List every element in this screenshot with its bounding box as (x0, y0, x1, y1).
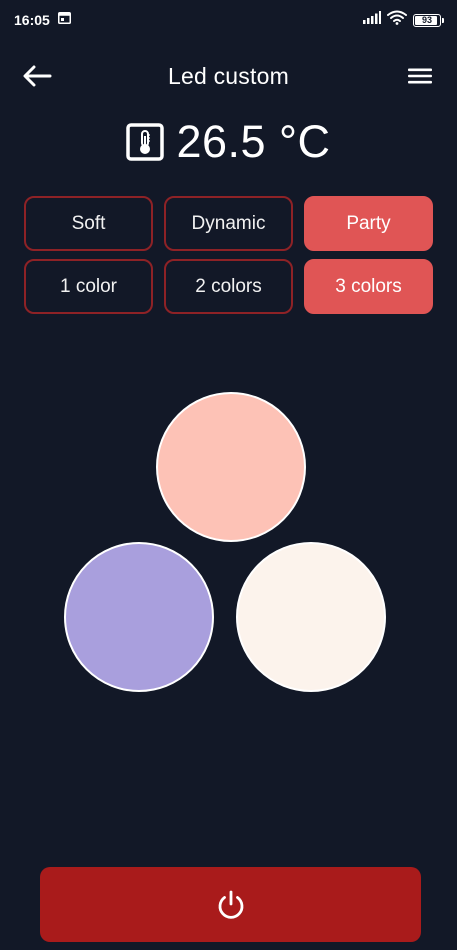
hamburger-menu-icon (408, 68, 432, 84)
status-bar: 16:05 93 (0, 0, 457, 40)
signal-icon (363, 11, 381, 29)
temperature-value: 26.5 °C (176, 116, 331, 167)
one-color-button[interactable]: 1 color (24, 259, 153, 314)
color-picker-2[interactable] (64, 542, 214, 692)
menu-button[interactable] (403, 59, 437, 93)
status-left: 16:05 (14, 11, 71, 29)
notification-card-icon (57, 11, 71, 29)
mode-soft-button[interactable]: Soft (24, 196, 153, 251)
three-colors-button[interactable]: 3 colors (304, 259, 433, 314)
arrow-left-icon (23, 65, 52, 87)
page-title: Led custom (168, 62, 289, 89)
color-picker-1[interactable] (156, 392, 306, 542)
battery-percent: 93 (421, 15, 432, 25)
battery-icon: 93 (413, 13, 444, 27)
mode-selector: Soft Dynamic Party 1 color 2 colors 3 co… (24, 196, 434, 314)
two-colors-button[interactable]: 2 colors (164, 259, 293, 314)
thermometer-icon (126, 123, 165, 161)
temperature-display: 26.5 °C (0, 112, 457, 172)
power-button[interactable] (40, 867, 421, 942)
wifi-icon (387, 10, 407, 30)
mode-dynamic-button[interactable]: Dynamic (164, 196, 293, 251)
led-custom-screen: 16:05 93 Led custom 26.5 °C Soft Dynamic… (0, 0, 457, 950)
power-icon (218, 890, 243, 919)
app-header: Led custom (0, 52, 457, 100)
status-time: 16:05 (14, 12, 50, 28)
status-right: 93 (363, 10, 444, 30)
color-picker-3[interactable] (236, 542, 386, 692)
mode-party-button[interactable]: Party (304, 196, 433, 251)
back-button[interactable] (20, 59, 54, 93)
